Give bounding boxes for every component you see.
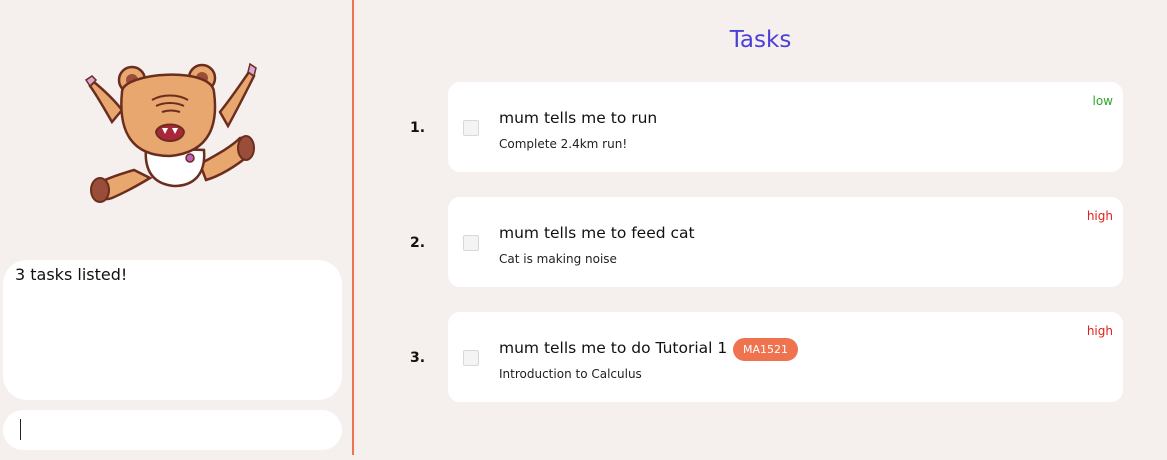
task-card[interactable]: mum tells me to feed cat Cat is making n… (448, 197, 1123, 287)
module-tag[interactable]: MA1521 (733, 338, 799, 361)
task-name: mum tells me to do Tutorial 1 (499, 339, 728, 357)
task-name: mum tells me to feed cat (499, 224, 695, 242)
left-panel: 3 tasks listed! (0, 0, 352, 460)
angry-bear-icon (82, 52, 267, 207)
panel-divider[interactable] (352, 0, 354, 455)
priority-label: low (1092, 94, 1114, 108)
task-checkbox[interactable] (463, 350, 479, 366)
task-description: Introduction to Calculus (499, 367, 642, 381)
result-message: 3 tasks listed! (15, 265, 128, 284)
task-index: 2. (410, 235, 426, 251)
task-row: 1. mum tells me to run Complete 2.4km ru… (400, 82, 1124, 172)
task-card[interactable]: mum tells me to run Complete 2.4km run! … (448, 82, 1123, 172)
text-caret (20, 419, 21, 440)
task-index: 1. (410, 120, 426, 136)
task-index: 3. (410, 350, 426, 366)
priority-label: high (1086, 324, 1113, 338)
task-description: Complete 2.4km run! (499, 137, 628, 151)
command-input[interactable] (17, 420, 328, 440)
task-description: Cat is making noise (499, 252, 617, 266)
priority-label: high (1086, 209, 1113, 223)
task-card[interactable]: mum tells me to do Tutorial 1 MA1521 Int… (448, 312, 1123, 402)
task-checkbox[interactable] (463, 120, 479, 136)
page-title: Tasks (729, 27, 792, 53)
command-box[interactable] (3, 410, 342, 450)
task-row: 2. mum tells me to feed cat Cat is makin… (400, 197, 1124, 287)
task-row: 3. mum tells me to do Tutorial 1 MA1521 … (400, 312, 1124, 402)
task-checkbox[interactable] (463, 235, 479, 251)
result-display: 3 tasks listed! (3, 260, 342, 400)
app-window: 3 tasks listed! Tasks 1. mum tells me to… (0, 0, 1167, 460)
task-name: mum tells me to run (499, 109, 658, 127)
